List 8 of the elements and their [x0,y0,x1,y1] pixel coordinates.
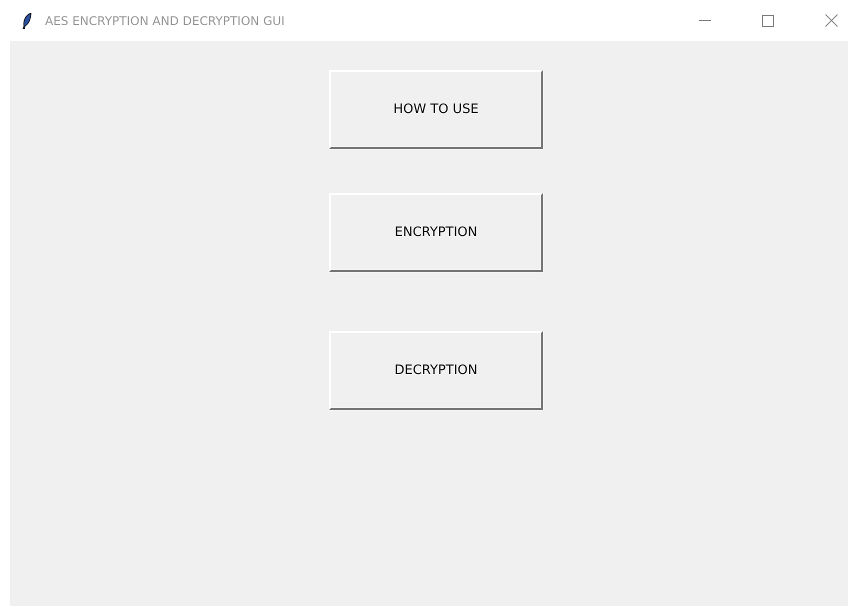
maximize-icon[interactable] [762,14,774,26]
feather-icon [22,12,32,28]
close-icon[interactable] [825,14,838,27]
menu-button[interactable]: ENCRYPTION [329,193,543,272]
minimize-icon[interactable] [699,20,711,22]
window-title: AES ENCRYPTION AND DECRYPTION GUI [45,14,285,28]
menu-button[interactable]: HOW TO USE [329,70,543,149]
menu-button[interactable]: DECRYPTION [329,331,543,410]
